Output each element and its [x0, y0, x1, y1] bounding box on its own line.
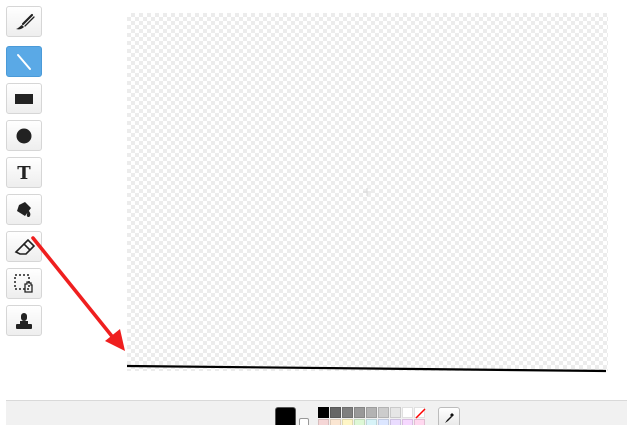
text-tool-button[interactable]: T: [6, 157, 42, 188]
fill-tool-button[interactable]: [6, 194, 42, 225]
drawing-canvas[interactable]: [127, 13, 608, 371]
color-swatch-ice[interactable]: [366, 419, 377, 425]
text-tool-label: T: [17, 163, 31, 184]
stamp-tool-button[interactable]: [6, 305, 42, 336]
color-swatch-pink[interactable]: [414, 419, 425, 425]
color-swatch-lavender[interactable]: [390, 419, 401, 425]
color-swatch-lighter-gray[interactable]: [378, 407, 389, 418]
bucket-icon: [17, 201, 31, 217]
color-swatch-pale-gray[interactable]: [390, 407, 401, 418]
color-swatch-cream[interactable]: [342, 419, 353, 425]
color-swatch-gray[interactable]: [342, 407, 353, 418]
color-swatch-black[interactable]: [318, 407, 329, 418]
color-swatch-light-gray[interactable]: [366, 407, 377, 418]
color-swatch-mint[interactable]: [354, 419, 365, 425]
color-swatch-periwinkle[interactable]: [378, 419, 389, 425]
current-color-selector[interactable]: [275, 407, 309, 425]
rectangle-icon: [15, 93, 33, 104]
select-tool-button[interactable]: [6, 268, 42, 299]
paint-editor: T: [0, 0, 627, 425]
rectangle-tool-button[interactable]: [6, 83, 42, 114]
secondary-color-swatch[interactable]: [299, 418, 309, 425]
eraser-tool-button[interactable]: [6, 231, 42, 262]
color-swatch-white[interactable]: [402, 407, 413, 418]
color-swatch-dark-gray[interactable]: [330, 407, 341, 418]
color-panel: [6, 400, 627, 425]
eyedropper-icon: [445, 413, 454, 423]
text-icon: T: [17, 163, 31, 184]
annotation-arrow-head: [105, 329, 125, 351]
line-icon: [17, 53, 31, 70]
eyedropper-button[interactable]: [438, 407, 460, 425]
color-swatch-rose[interactable]: [318, 419, 329, 425]
stamp-icon: [16, 312, 32, 329]
select-hand-icon: [14, 273, 33, 293]
ellipse-icon: [16, 128, 32, 143]
color-swatch-mid-gray[interactable]: [354, 407, 365, 418]
annotation-arrow: [31, 236, 117, 342]
line-tool-button[interactable]: [6, 46, 42, 77]
color-swatch-peach[interactable]: [330, 419, 341, 425]
eraser-icon: [14, 238, 36, 255]
transparent-icon: [415, 408, 426, 419]
transparent-swatch[interactable]: [414, 407, 426, 419]
brush-tool-button[interactable]: [6, 6, 42, 37]
color-swatch-lilac[interactable]: [402, 419, 413, 425]
ellipse-tool-button[interactable]: [6, 120, 42, 151]
brush-icon: [16, 13, 35, 29]
current-color-swatch[interactable]: [275, 407, 296, 425]
color-palette: [318, 407, 430, 425]
